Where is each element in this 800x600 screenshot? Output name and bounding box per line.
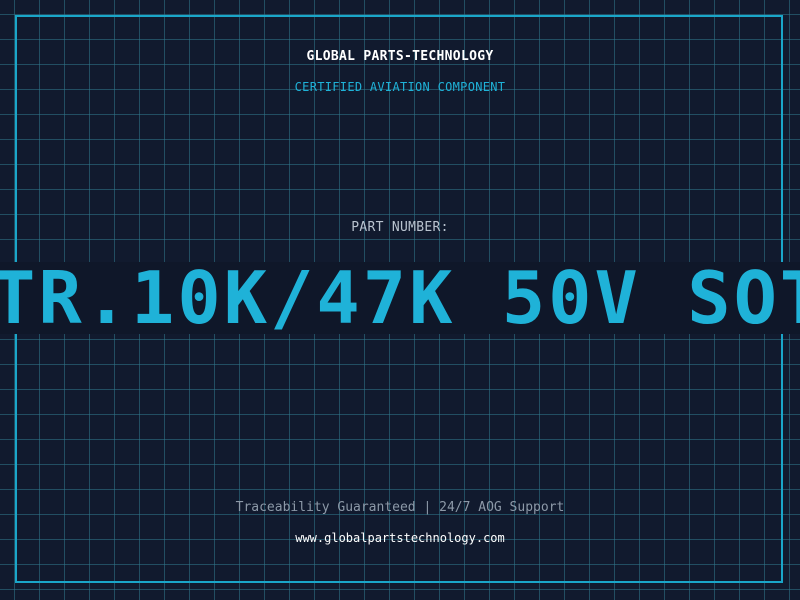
website-link[interactable]: www.globalpartstechnology.com <box>0 531 800 545</box>
part-number-band: TR.10K/47K 50V SOT2 <box>0 262 800 334</box>
support-tagline: Traceability Guaranteed | 24/7 AOG Suppo… <box>235 500 565 515</box>
company-name: GLOBAL PARTS-TECHNOLOGY <box>306 49 494 64</box>
part-number-value: TR.10K/47K 50V SOT2 <box>0 262 800 334</box>
part-number-label: PART NUMBER: <box>351 220 449 235</box>
certification-subtitle: CERTIFIED AVIATION COMPONENT <box>294 80 506 94</box>
